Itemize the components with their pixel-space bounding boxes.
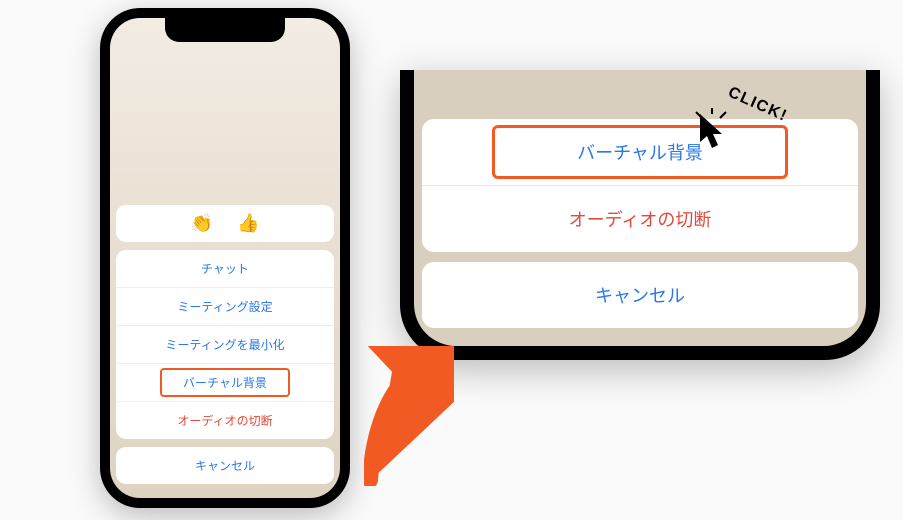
phone-small-screen: 👏 👍 チャット ミーティング設定 ミーティングを最小化 バーチャル背景 オーデ… xyxy=(110,18,340,498)
reaction-thumbsup[interactable]: 👍 xyxy=(237,213,259,234)
cancel-button[interactable]: キャンセル xyxy=(116,447,334,484)
menu-chat[interactable]: チャット xyxy=(116,250,334,287)
cancel-card-zoom: キャンセル xyxy=(422,262,858,328)
curved-arrow-icon xyxy=(364,346,454,486)
phone-zoom-screen: バーチャル背景 オーディオの切断 キャンセル xyxy=(414,70,866,346)
reaction-clap[interactable]: 👏 xyxy=(191,213,213,234)
action-sheet: 👏 👍 チャット ミーティング設定 ミーティングを最小化 バーチャル背景 オーデ… xyxy=(116,205,334,492)
reactions-card: 👏 👍 xyxy=(116,205,334,242)
menu-card: チャット ミーティング設定 ミーティングを最小化 バーチャル背景 オーディオの切… xyxy=(116,250,334,439)
menu-meeting-settings[interactable]: ミーティング設定 xyxy=(116,287,334,325)
phone-mockup-zoom: バーチャル背景 オーディオの切断 キャンセル xyxy=(400,70,880,360)
menu-card-zoom: バーチャル背景 オーディオの切断 xyxy=(422,119,858,252)
menu-disconnect-audio[interactable]: オーディオの切断 xyxy=(116,401,334,439)
menu-virtual-background[interactable]: バーチャル背景 xyxy=(116,363,334,401)
menu-disconnect-audio-zoom[interactable]: オーディオの切断 xyxy=(422,185,858,252)
action-sheet-zoom: バーチャル背景 オーディオの切断 キャンセル xyxy=(422,119,858,338)
phone-mockup-small: 👏 👍 チャット ミーティング設定 ミーティングを最小化 バーチャル背景 オーデ… xyxy=(100,8,350,508)
cancel-card: キャンセル xyxy=(116,447,334,484)
menu-virtual-background-zoom[interactable]: バーチャル背景 xyxy=(422,119,858,185)
phone-notch xyxy=(165,18,285,42)
cancel-button-zoom[interactable]: キャンセル xyxy=(422,262,858,328)
menu-minimize-meeting[interactable]: ミーティングを最小化 xyxy=(116,325,334,363)
